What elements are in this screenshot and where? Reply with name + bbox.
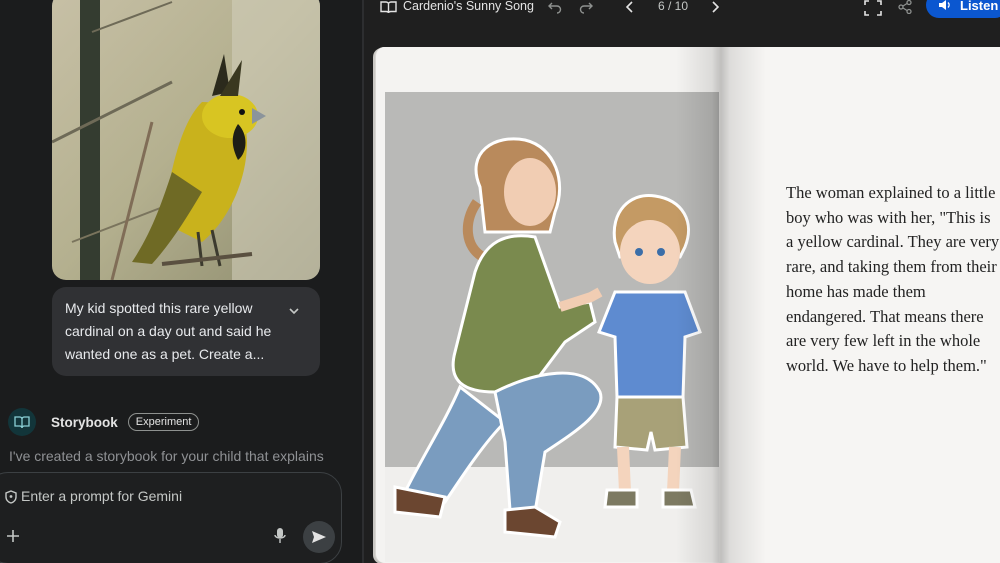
listen-button[interactable]: Listen	[926, 0, 1000, 18]
undo-icon[interactable]	[548, 0, 562, 14]
model-response-preview: I've created a storybook for your child …	[9, 448, 324, 464]
chevron-left-icon[interactable]	[623, 0, 637, 14]
send-icon	[312, 531, 326, 543]
redo-icon[interactable]	[579, 0, 593, 14]
storybook-spread: The woman explained to a little boy who …	[376, 44, 1000, 563]
experiment-badge: Experiment	[127, 413, 200, 431]
share-icon[interactable]	[898, 0, 912, 15]
story-illustration	[385, 92, 719, 562]
fullscreen-icon[interactable]	[864, 0, 882, 16]
send-button[interactable]	[303, 521, 335, 553]
book-icon	[380, 1, 397, 14]
chevron-down-icon[interactable]	[286, 303, 302, 319]
speaker-icon	[939, 0, 950, 10]
book-gutter-shadow	[676, 47, 766, 563]
listen-label: Listen	[960, 0, 999, 13]
story-page-text: The woman explained to a little boy who …	[786, 183, 1000, 375]
shield-icon	[4, 490, 18, 504]
storybook-title: Cardenio's Sunny Song	[403, 0, 534, 13]
model-name: Storybook	[51, 414, 118, 430]
yellow-cardinal-photo	[52, 0, 320, 280]
page-indicator: 6 / 10	[658, 0, 689, 13]
chevron-right-icon[interactable]	[708, 0, 722, 14]
prompt-input-box[interactable]: Enter a prompt for Gemini	[0, 472, 342, 563]
model-response-header: Storybook Experiment	[8, 408, 200, 436]
storybook-viewer: Cardenio's Sunny Song 6 / 10 Listen The …	[364, 0, 1000, 563]
storybook-toolbar: Cardenio's Sunny Song 6 / 10 Listen	[364, 0, 1000, 33]
plus-icon[interactable]	[5, 528, 21, 544]
user-message-bubble: My kid spotted this rare yellow cardinal…	[52, 287, 320, 376]
prompt-input[interactable]: Enter a prompt for Gemini	[21, 488, 182, 504]
uploaded-photo-yellow-cardinal[interactable]	[52, 0, 320, 280]
user-message-text: My kid spotted this rare yellow cardinal…	[65, 300, 272, 362]
chat-panel: My kid spotted this rare yellow cardinal…	[0, 0, 362, 563]
storybook-icon	[8, 408, 36, 436]
mic-icon[interactable]	[273, 527, 287, 545]
